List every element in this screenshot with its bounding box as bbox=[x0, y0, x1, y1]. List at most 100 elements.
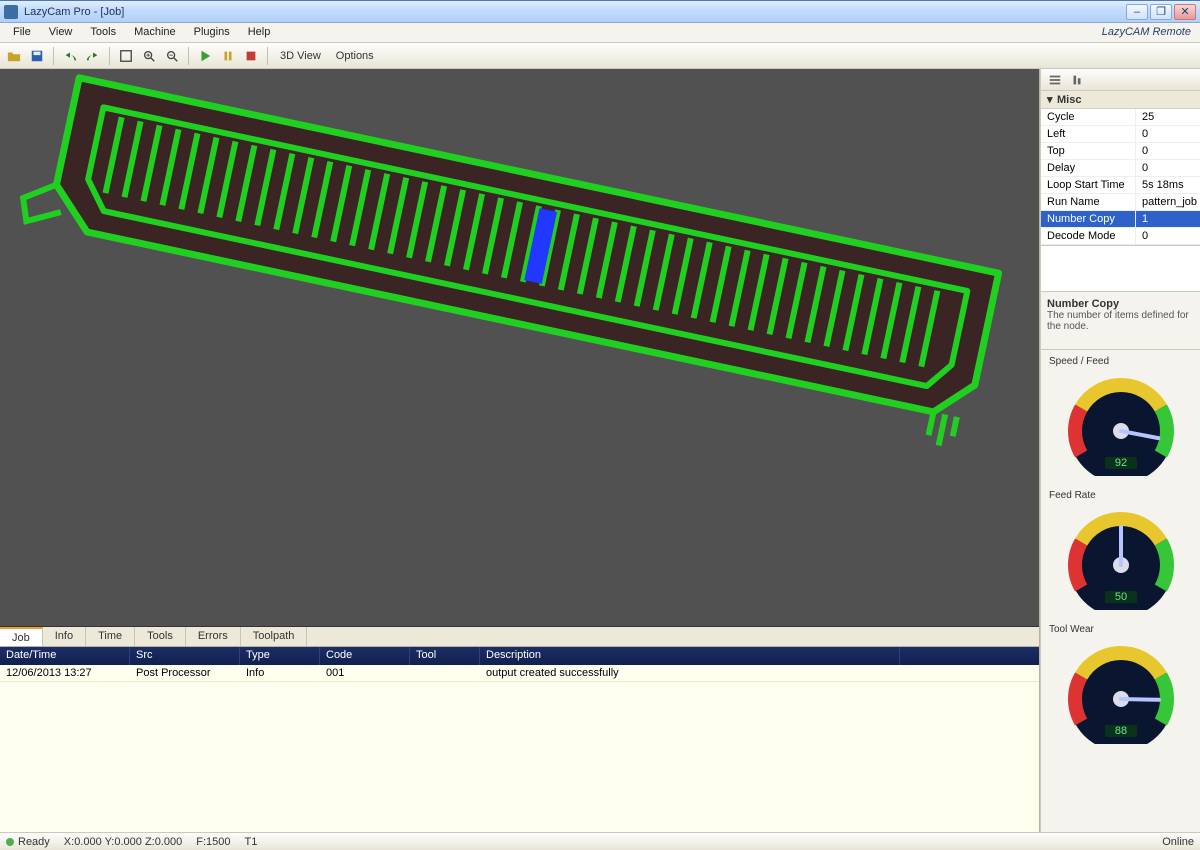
prop-key: Decode Mode bbox=[1041, 228, 1136, 244]
undo-button[interactable] bbox=[60, 46, 80, 66]
prop-row[interactable]: Left0 bbox=[1041, 126, 1200, 143]
prop-sort-button[interactable] bbox=[1067, 70, 1087, 90]
prop-val[interactable]: 0 bbox=[1136, 160, 1200, 176]
pause-button[interactable] bbox=[218, 46, 238, 66]
window-title: LazyCam Pro - [Job] bbox=[24, 6, 1126, 18]
menu-tools[interactable]: Tools bbox=[81, 23, 125, 42]
statusbar: Ready X:0.000 Y:0.000 Z:0.000 F:1500 T1 … bbox=[0, 832, 1200, 850]
menubar: File View Tools Machine Plugins Help Laz… bbox=[0, 23, 1200, 43]
svg-text:88: 88 bbox=[1114, 725, 1126, 737]
open-button[interactable] bbox=[4, 46, 24, 66]
prop-cat-button[interactable] bbox=[1045, 70, 1065, 90]
prop-row[interactable]: Loop Start Time5s 18ms bbox=[1041, 177, 1200, 194]
prop-key: Loop Start Time bbox=[1041, 177, 1136, 193]
prop-row[interactable]: Top0 bbox=[1041, 143, 1200, 160]
property-description: Number Copy The number of items defined … bbox=[1041, 292, 1200, 350]
save-button[interactable] bbox=[27, 46, 47, 66]
run-button[interactable] bbox=[195, 46, 215, 66]
prop-key: Cycle bbox=[1041, 109, 1136, 125]
prop-key: Run Name bbox=[1041, 194, 1136, 210]
menu-plugins[interactable]: Plugins bbox=[185, 23, 239, 42]
prop-val[interactable]: 1 bbox=[1136, 211, 1200, 227]
side-toolbar bbox=[1041, 69, 1200, 91]
gauge-title: Speed / Feed bbox=[1049, 354, 1109, 371]
gauges-panel: Speed / Feed 92 Feed Rate 50 Tool Wear 8… bbox=[1041, 350, 1200, 832]
app-icon bbox=[4, 5, 18, 19]
close-button[interactable]: ✕ bbox=[1174, 4, 1196, 20]
log-column-header: Date/TimeSrcTypeCodeToolDescription bbox=[0, 647, 1039, 665]
prop-row[interactable]: Number Copy1 bbox=[1041, 211, 1200, 228]
prop-key: Delay bbox=[1041, 160, 1136, 176]
prop-val[interactable]: 5s 18ms bbox=[1136, 177, 1200, 193]
log-cell: 001 bbox=[320, 665, 410, 681]
side-panel: ▾Misc Cycle25Left0Top0Delay0Loop Start T… bbox=[1040, 69, 1200, 832]
prop-key: Number Copy bbox=[1041, 211, 1136, 227]
gauge-1: Feed Rate 50 bbox=[1041, 484, 1200, 618]
menu-view[interactable]: View bbox=[40, 23, 82, 42]
status-tool: T1 bbox=[245, 836, 258, 848]
log-col-2[interactable]: Type bbox=[240, 647, 320, 665]
log-cell bbox=[410, 665, 480, 681]
viewport-3d[interactable] bbox=[0, 69, 1039, 627]
toolbar: 3D View Options bbox=[0, 43, 1200, 69]
log-col-0[interactable]: Date/Time bbox=[0, 647, 130, 665]
log-tab-tools[interactable]: Tools bbox=[135, 627, 186, 646]
prop-key: Left bbox=[1041, 126, 1136, 142]
redo-button[interactable] bbox=[83, 46, 103, 66]
maximize-button[interactable]: ❐ bbox=[1150, 4, 1172, 20]
prop-val[interactable]: 0 bbox=[1136, 126, 1200, 142]
prop-row[interactable]: Run Namepattern_job bbox=[1041, 194, 1200, 211]
log-tab-toolpath[interactable]: Toolpath bbox=[241, 627, 308, 646]
log-body[interactable]: 12/06/2013 13:27Post ProcessorInfo001 out… bbox=[0, 665, 1039, 832]
menu-machine[interactable]: Machine bbox=[125, 23, 185, 42]
menu-file[interactable]: File bbox=[4, 23, 40, 42]
prop-row[interactable]: Delay0 bbox=[1041, 160, 1200, 177]
prop-val[interactable]: 0 bbox=[1136, 143, 1200, 159]
brand-label: LazyCAM Remote bbox=[1093, 23, 1200, 42]
zoom-in-button[interactable] bbox=[139, 46, 159, 66]
options-label[interactable]: Options bbox=[330, 50, 380, 62]
status-feed: F:1500 bbox=[196, 836, 230, 848]
view-mode-label[interactable]: 3D View bbox=[274, 50, 327, 62]
log-cell: Info bbox=[240, 665, 320, 681]
prop-row[interactable]: Decode Mode0 bbox=[1041, 228, 1200, 245]
status-conn: Online bbox=[1162, 836, 1194, 848]
prop-row[interactable]: Cycle25 bbox=[1041, 109, 1200, 126]
log-tabs: Job Info Time Tools Errors Toolpath bbox=[0, 627, 1039, 647]
stop-button[interactable] bbox=[241, 46, 261, 66]
svg-text:92: 92 bbox=[1114, 457, 1126, 469]
menu-help[interactable]: Help bbox=[239, 23, 280, 42]
zoom-out-button[interactable] bbox=[162, 46, 182, 66]
prop-val[interactable]: pattern_job bbox=[1136, 194, 1200, 210]
log-tab-time[interactable]: Time bbox=[86, 627, 135, 646]
log-col-3[interactable]: Code bbox=[320, 647, 410, 665]
gauge-title: Feed Rate bbox=[1049, 488, 1096, 505]
log-tab-errors[interactable]: Errors bbox=[186, 627, 241, 646]
svg-text:50: 50 bbox=[1114, 591, 1126, 603]
log-cell: 12/06/2013 13:27 bbox=[0, 665, 130, 681]
property-grid[interactable]: ▾Misc Cycle25Left0Top0Delay0Loop Start T… bbox=[1041, 91, 1200, 246]
gauge-title: Tool Wear bbox=[1049, 622, 1094, 639]
log-col-4[interactable]: Tool bbox=[410, 647, 480, 665]
prop-category[interactable]: ▾Misc bbox=[1041, 91, 1200, 109]
gauge-0: Speed / Feed 92 bbox=[1041, 350, 1200, 484]
prop-key: Top bbox=[1041, 143, 1136, 159]
status-ready: Ready bbox=[18, 836, 50, 848]
log-tab-job[interactable]: Job bbox=[0, 627, 43, 646]
gauge-2: Tool Wear 88 bbox=[1041, 618, 1200, 752]
log-col-1[interactable]: Src bbox=[130, 647, 240, 665]
log-pane: Job Info Time Tools Errors Toolpath Date… bbox=[0, 627, 1039, 832]
log-cell: Post Processor bbox=[130, 665, 240, 681]
log-tab-info[interactable]: Info bbox=[43, 627, 86, 646]
status-dot-icon bbox=[6, 838, 14, 846]
zoom-fit-button[interactable] bbox=[116, 46, 136, 66]
status-coords: X:0.000 Y:0.000 Z:0.000 bbox=[64, 836, 182, 848]
log-col-5[interactable]: Description bbox=[480, 647, 900, 665]
titlebar: LazyCam Pro - [Job] – ❐ ✕ bbox=[0, 1, 1200, 23]
prop-desc-title: Number Copy bbox=[1047, 298, 1194, 310]
prop-val[interactable]: 0 bbox=[1136, 228, 1200, 244]
minimize-button[interactable]: – bbox=[1126, 4, 1148, 20]
log-cell: output created successfully bbox=[480, 665, 900, 681]
prop-val[interactable]: 25 bbox=[1136, 109, 1200, 125]
prop-desc-body: The number of items defined for the node… bbox=[1047, 310, 1194, 332]
